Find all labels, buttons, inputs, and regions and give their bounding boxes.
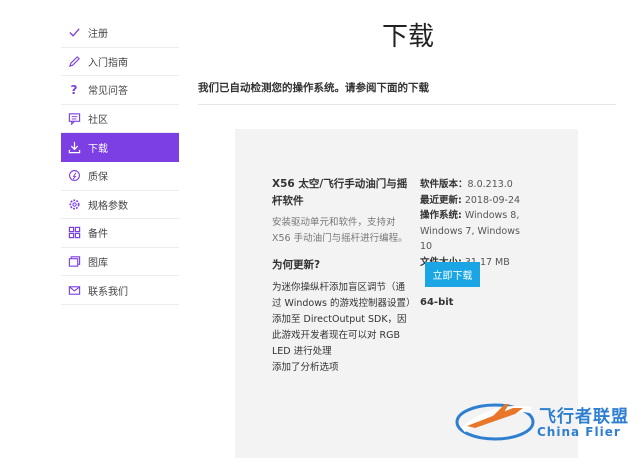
sidebar-item-gallery[interactable]: 图库 [61, 248, 179, 277]
sidebar-item-specs[interactable]: 规格参数 [61, 191, 179, 220]
why-update-heading: 为何更新? [272, 259, 321, 271]
os-label: 操作系统: [420, 210, 462, 221]
sidebar-item-label: 规格参数 [88, 200, 128, 212]
chat-icon [67, 112, 81, 126]
sidebar-item-label: 注册 [88, 29, 108, 41]
software-details: 软件版本：8.0.213.0 最近更新: 2018-09-24 操作系统: Wi… [420, 177, 580, 270]
mail-icon [67, 283, 81, 297]
sidebar-item-spare-parts[interactable]: 备件 [61, 219, 179, 248]
download-now-button[interactable]: 立即下载 [425, 262, 480, 287]
updated-row: 最近更新: 2018-09-24 [420, 193, 580, 209]
sidebar: 注册 入门指南 ? 常见问答 社区 下载 质保 规格参数 备件 图库 联系我们 [61, 19, 179, 305]
pencil-icon [67, 54, 81, 68]
product-description: 安装驱动单元和软件，支持对X56 手动油门与摇杆进行编程。 [272, 217, 408, 244]
download-icon [67, 140, 81, 154]
grid-icon [67, 226, 81, 240]
why-update-item: 为迷你操纵杆添加盲区调节（通过 Windows 的游戏控制器设置） [272, 282, 416, 309]
os-row: 操作系统: Windows 8, Windows 7, Windows 10 [420, 208, 535, 255]
sidebar-item-label: 联系我们 [88, 286, 128, 298]
sidebar-item-label: 常见问答 [88, 86, 128, 98]
check-icon [67, 26, 81, 40]
sidebar-item-label: 图库 [88, 258, 108, 270]
sidebar-item-download[interactable]: 下载 [61, 133, 179, 162]
updated-label: 最近更新: [420, 194, 462, 206]
sidebar-item-label: 社区 [88, 115, 108, 127]
version-row: 软件版本：8.0.213.0 [420, 177, 580, 193]
version-label: 软件版本： [420, 179, 468, 190]
sidebar-item-faq[interactable]: ? 常见问答 [61, 76, 179, 105]
why-update-item: 添加至 DirectOutput SDK，因此游戏开发者现在可以对 RGB LE… [272, 314, 407, 357]
watermark-en: China Flier [537, 425, 621, 439]
warranty-icon [67, 169, 81, 183]
product-title: X56 太空/飞行手动油门与摇杆软件 [272, 178, 408, 207]
watermark-cn: 飞行者联盟 [539, 407, 629, 427]
sidebar-item-community[interactable]: 社区 [61, 105, 179, 134]
why-update-item: 添加了分析选项 [272, 362, 339, 373]
sidebar-item-label: 质保 [88, 172, 108, 184]
os-detected-notice: 我们已自动检测您的操作系统。请参阅下面的下载 [198, 82, 429, 94]
sidebar-item-label: 入门指南 [88, 57, 128, 69]
sidebar-item-label: 下载 [88, 143, 108, 155]
version-value: 8.0.213.0 [467, 179, 513, 190]
gallery-icon [67, 255, 81, 269]
sidebar-item-getting-started[interactable]: 入门指南 [61, 48, 179, 77]
why-update-list: 为迷你操纵杆添加盲区调节（通过 Windows 的游戏控制器设置） 添加至 Di… [272, 280, 416, 376]
sidebar-item-register[interactable]: 注册 [61, 19, 179, 48]
sidebar-item-warranty[interactable]: 质保 [61, 162, 179, 191]
product-info: X56 太空/飞行手动油门与摇杆软件 安装驱动单元和软件，支持对X56 手动油门… [272, 176, 416, 376]
divider [198, 104, 616, 105]
question-icon: ? [70, 82, 78, 97]
updated-value: 2018-09-24 [464, 194, 521, 206]
sidebar-item-label: 备件 [88, 229, 108, 241]
watermark-logo: 飞行者联盟 China Flier [453, 396, 639, 444]
plane-logo-icon [455, 403, 535, 441]
bitness-label: 64-bit [420, 297, 454, 308]
gear-icon [67, 197, 81, 211]
page-title: 下载 [382, 22, 435, 52]
sidebar-item-contact[interactable]: 联系我们 [61, 276, 179, 305]
